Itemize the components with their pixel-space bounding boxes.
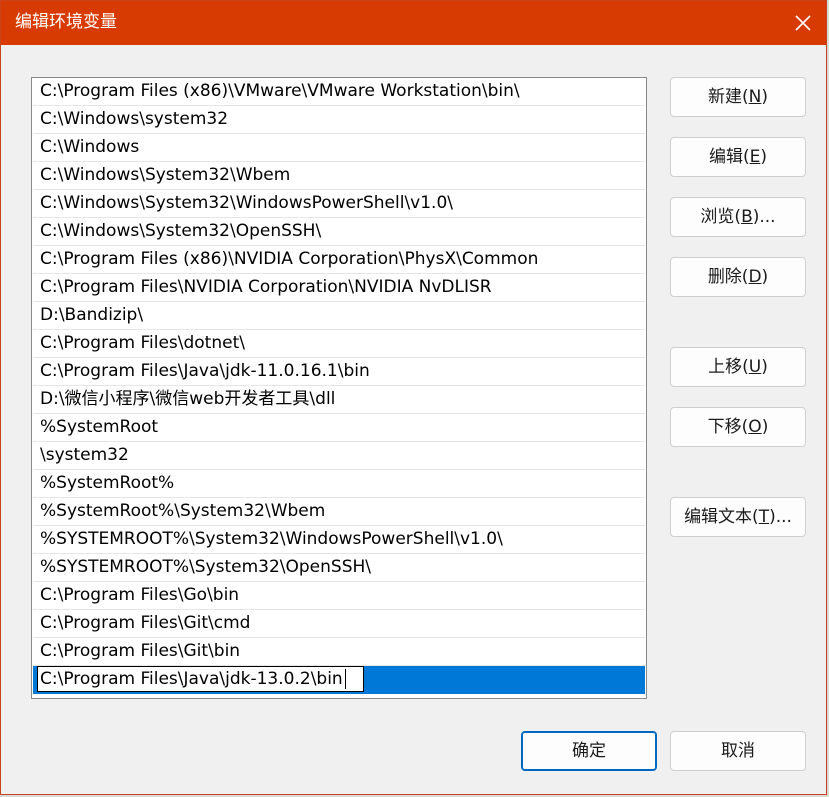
browse-button-label: 浏览( [700,207,742,227]
list-item[interactable]: C:\Program Files\Java\jdk-11.0.16.1\bin [33,358,645,386]
list-item[interactable]: %SystemRoot [33,414,645,442]
list-item[interactable]: %SYSTEMROOT%\System32\WindowsPowerShell\… [33,526,645,554]
edit-button-accesskey: E [749,147,761,167]
list-item[interactable]: C:\Program Files\NVIDIA Corporation\NVID… [33,274,645,302]
edit-button-label: 编辑( [708,147,750,167]
move-down-button-suffix: ) [761,417,769,437]
browse-button[interactable]: 浏览(B)... [670,197,806,237]
browse-button-suffix: )... [752,207,776,227]
delete-button-accesskey: D [748,267,762,287]
window-title: 编辑环境变量 [15,12,117,32]
text-caret [344,669,346,689]
list-item[interactable]: C:\Program Files\Go\bin [33,582,645,610]
list-item[interactable]: D:\微信小程序\微信web开发者工具\dll [33,386,645,414]
move-up-button[interactable]: 上移(U) [670,347,806,387]
edit-text-button[interactable]: 编辑文本(T)... [670,497,806,537]
close-button[interactable] [780,1,826,45]
list-item[interactable]: C:\Program Files (x86)\VMware\VMware Wor… [33,78,645,106]
delete-button-label: 删除( [707,267,749,287]
edit-text-button-label: 编辑文本( [684,507,759,527]
list-item[interactable]: C:\Windows [33,134,645,162]
path-list[interactable]: C:\Program Files (x86)\VMware\VMware Wor… [31,77,647,699]
list-item[interactable]: C:\Windows\System32\WindowsPowerShell\v1… [33,190,645,218]
browse-button-accesskey: B [741,207,753,227]
edit-button-suffix: ) [760,147,768,167]
list-item[interactable]: C:\Program Files\Git\bin [33,638,645,666]
title-bar: 编辑环境变量 [1,1,826,45]
move-up-button-label: 上移( [708,357,749,377]
new-button-accesskey: N [748,87,762,107]
close-icon [795,15,811,31]
move-down-button-accesskey: O [748,417,762,437]
edit-env-variable-dialog: 编辑环境变量 C:\Program Files (x86)\VMware\VMw… [0,0,827,795]
list-item[interactable]: C:\Program Files\dotnet\ [33,330,645,358]
selected-list-item[interactable]: C:\Program Files\Java\jdk-13.0.2\bin [33,666,645,694]
list-item[interactable]: %SYSTEMROOT%\System32\OpenSSH\ [33,554,645,582]
edit-text-button-suffix: )... [769,507,792,527]
list-item[interactable]: \system32 [33,442,645,470]
delete-button-suffix: ) [761,267,769,287]
path-edit-value: C:\Program Files\Java\jdk-13.0.2\bin [40,669,343,689]
new-button-label: 新建( [708,87,749,107]
move-up-button-accesskey: U [748,357,762,377]
edit-button[interactable]: 编辑(E) [670,137,806,177]
list-item[interactable]: C:\Windows\System32\OpenSSH\ [33,218,645,246]
new-button-suffix: ) [761,87,768,107]
move-up-button-suffix: ) [761,357,768,377]
cancel-button[interactable]: 取消 [670,731,806,771]
edit-text-button-accesskey: T [758,507,770,527]
list-item[interactable]: D:\Bandizip\ [33,302,645,330]
list-item[interactable]: C:\Program Files (x86)\NVIDIA Corporatio… [33,246,645,274]
delete-button[interactable]: 删除(D) [670,257,806,297]
ok-button[interactable]: 确定 [521,731,657,771]
list-item[interactable]: %SystemRoot% [33,470,645,498]
move-down-button[interactable]: 下移(O) [670,407,806,447]
list-item[interactable]: %SystemRoot%\System32\Wbem [33,498,645,526]
list-item[interactable]: C:\Windows\System32\Wbem [33,162,645,190]
move-down-button-label: 下移( [707,417,749,437]
new-button[interactable]: 新建(N) [670,77,806,117]
list-item[interactable]: C:\Program Files\Git\cmd [33,610,645,638]
path-edit-input[interactable]: C:\Program Files\Java\jdk-13.0.2\bin [37,666,364,692]
list-item[interactable]: C:\Windows\system32 [33,106,645,134]
